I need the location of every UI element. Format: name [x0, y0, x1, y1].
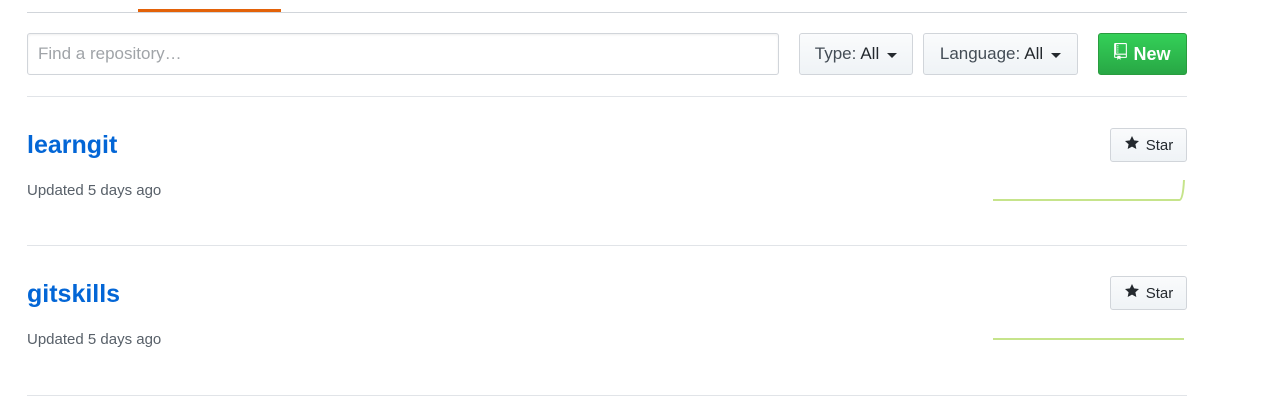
- repo-divider: [27, 245, 1187, 246]
- repo-filter-bar: Type: All Language: All New: [27, 33, 1187, 75]
- sparkline-line: [993, 179, 1185, 201]
- repo-updated-text: Updated 5 days ago: [27, 331, 162, 348]
- star-button-label: Star: [1145, 136, 1174, 154]
- language-filter-dropdown[interactable]: Language: All: [923, 33, 1078, 75]
- star-icon: [1124, 283, 1140, 303]
- repositories-page: Type: All Language: All New learngit Upd…: [0, 0, 1285, 400]
- caret-down-icon: [887, 52, 898, 58]
- repo-divider: [27, 395, 1187, 396]
- star-icon: [1124, 135, 1140, 155]
- star-button[interactable]: Star: [1110, 128, 1187, 162]
- list-top-divider: [27, 96, 1187, 97]
- type-filter-dropdown[interactable]: Type: All: [799, 33, 913, 75]
- active-tab-indicator: [138, 9, 281, 12]
- language-filter-prefix: Language:: [939, 44, 1021, 63]
- repo-link-learngit[interactable]: learngit: [27, 131, 117, 160]
- find-repository-input[interactable]: [27, 33, 779, 75]
- new-repository-button[interactable]: New: [1098, 33, 1187, 75]
- activity-sparkline: [993, 338, 1184, 340]
- repo-link-gitskills[interactable]: gitskills: [27, 280, 120, 309]
- language-filter-value: All: [1024, 44, 1044, 63]
- repo-updated-text: Updated 5 days ago: [27, 182, 162, 199]
- star-button[interactable]: Star: [1110, 276, 1187, 310]
- activity-sparkline: [993, 179, 1185, 201]
- type-filter-prefix: Type:: [814, 44, 857, 63]
- caret-down-icon: [1051, 52, 1062, 58]
- new-button-label: New: [1133, 43, 1171, 64]
- tab-strip: [27, 0, 1187, 13]
- type-filter-value: All: [860, 44, 880, 63]
- repo-book-icon: [1114, 43, 1128, 65]
- star-button-label: Star: [1145, 284, 1174, 302]
